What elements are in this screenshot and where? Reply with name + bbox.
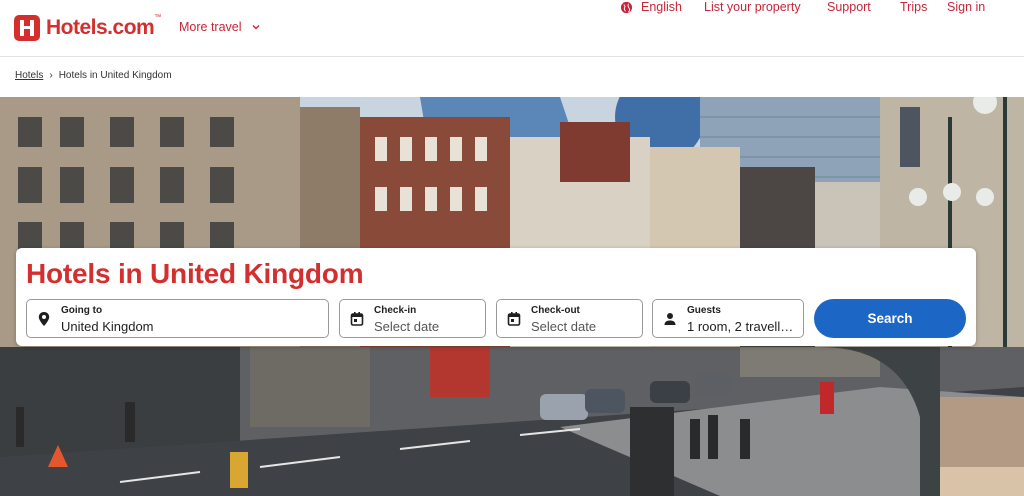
hero-image: Hotels in United Kingdom Going to United… bbox=[0, 97, 1024, 496]
location-pin-icon bbox=[38, 312, 50, 326]
person-icon bbox=[664, 313, 676, 325]
more-travel-label: More travel bbox=[179, 20, 242, 34]
logo-mark-icon bbox=[14, 15, 40, 41]
check-out-label: Check-out bbox=[531, 305, 580, 316]
check-out-field[interactable]: Check-out Select date bbox=[496, 299, 643, 338]
language-selector[interactable]: English bbox=[620, 0, 682, 14]
guests-value: 1 room, 2 travellers bbox=[687, 319, 795, 334]
check-in-label: Check-in bbox=[374, 305, 417, 316]
breadcrumb-hotels-link[interactable]: Hotels bbox=[15, 70, 43, 81]
calendar-icon bbox=[507, 312, 521, 326]
more-travel-menu[interactable]: More travel bbox=[179, 20, 261, 34]
chevron-down-icon bbox=[252, 25, 260, 30]
hotels-logo[interactable]: Hotels.com™ bbox=[14, 14, 161, 42]
check-out-placeholder: Select date bbox=[531, 319, 597, 334]
going-to-field[interactable]: Going to United Kingdom bbox=[26, 299, 329, 338]
search-card: Hotels in United Kingdom Going to United… bbox=[16, 248, 976, 346]
guests-field[interactable]: Guests 1 room, 2 travellers bbox=[652, 299, 804, 338]
support-link[interactable]: Support bbox=[827, 0, 871, 14]
language-label: English bbox=[641, 0, 682, 14]
sign-in-link[interactable]: Sign in bbox=[947, 0, 985, 14]
list-property-link[interactable]: List your property bbox=[704, 0, 801, 14]
guests-label: Guests bbox=[687, 305, 721, 316]
calendar-icon bbox=[350, 312, 364, 326]
check-in-field[interactable]: Check-in Select date bbox=[339, 299, 486, 338]
breadcrumb: Hotels › Hotels in United Kingdom bbox=[15, 70, 172, 81]
brand-name: Hotels.com™ bbox=[46, 14, 161, 39]
going-to-label: Going to bbox=[61, 305, 103, 316]
top-header: Hotels.com™ More travel English List you… bbox=[0, 0, 1024, 57]
going-to-value: United Kingdom bbox=[61, 319, 154, 334]
breadcrumb-current: Hotels in United Kingdom bbox=[58, 70, 172, 81]
chevron-right-icon: › bbox=[49, 70, 53, 81]
trips-link[interactable]: Trips bbox=[900, 0, 927, 14]
check-in-placeholder: Select date bbox=[374, 319, 440, 334]
page-title: Hotels in United Kingdom bbox=[26, 258, 364, 289]
search-button[interactable]: Search bbox=[814, 299, 966, 338]
globe-icon bbox=[620, 1, 633, 13]
